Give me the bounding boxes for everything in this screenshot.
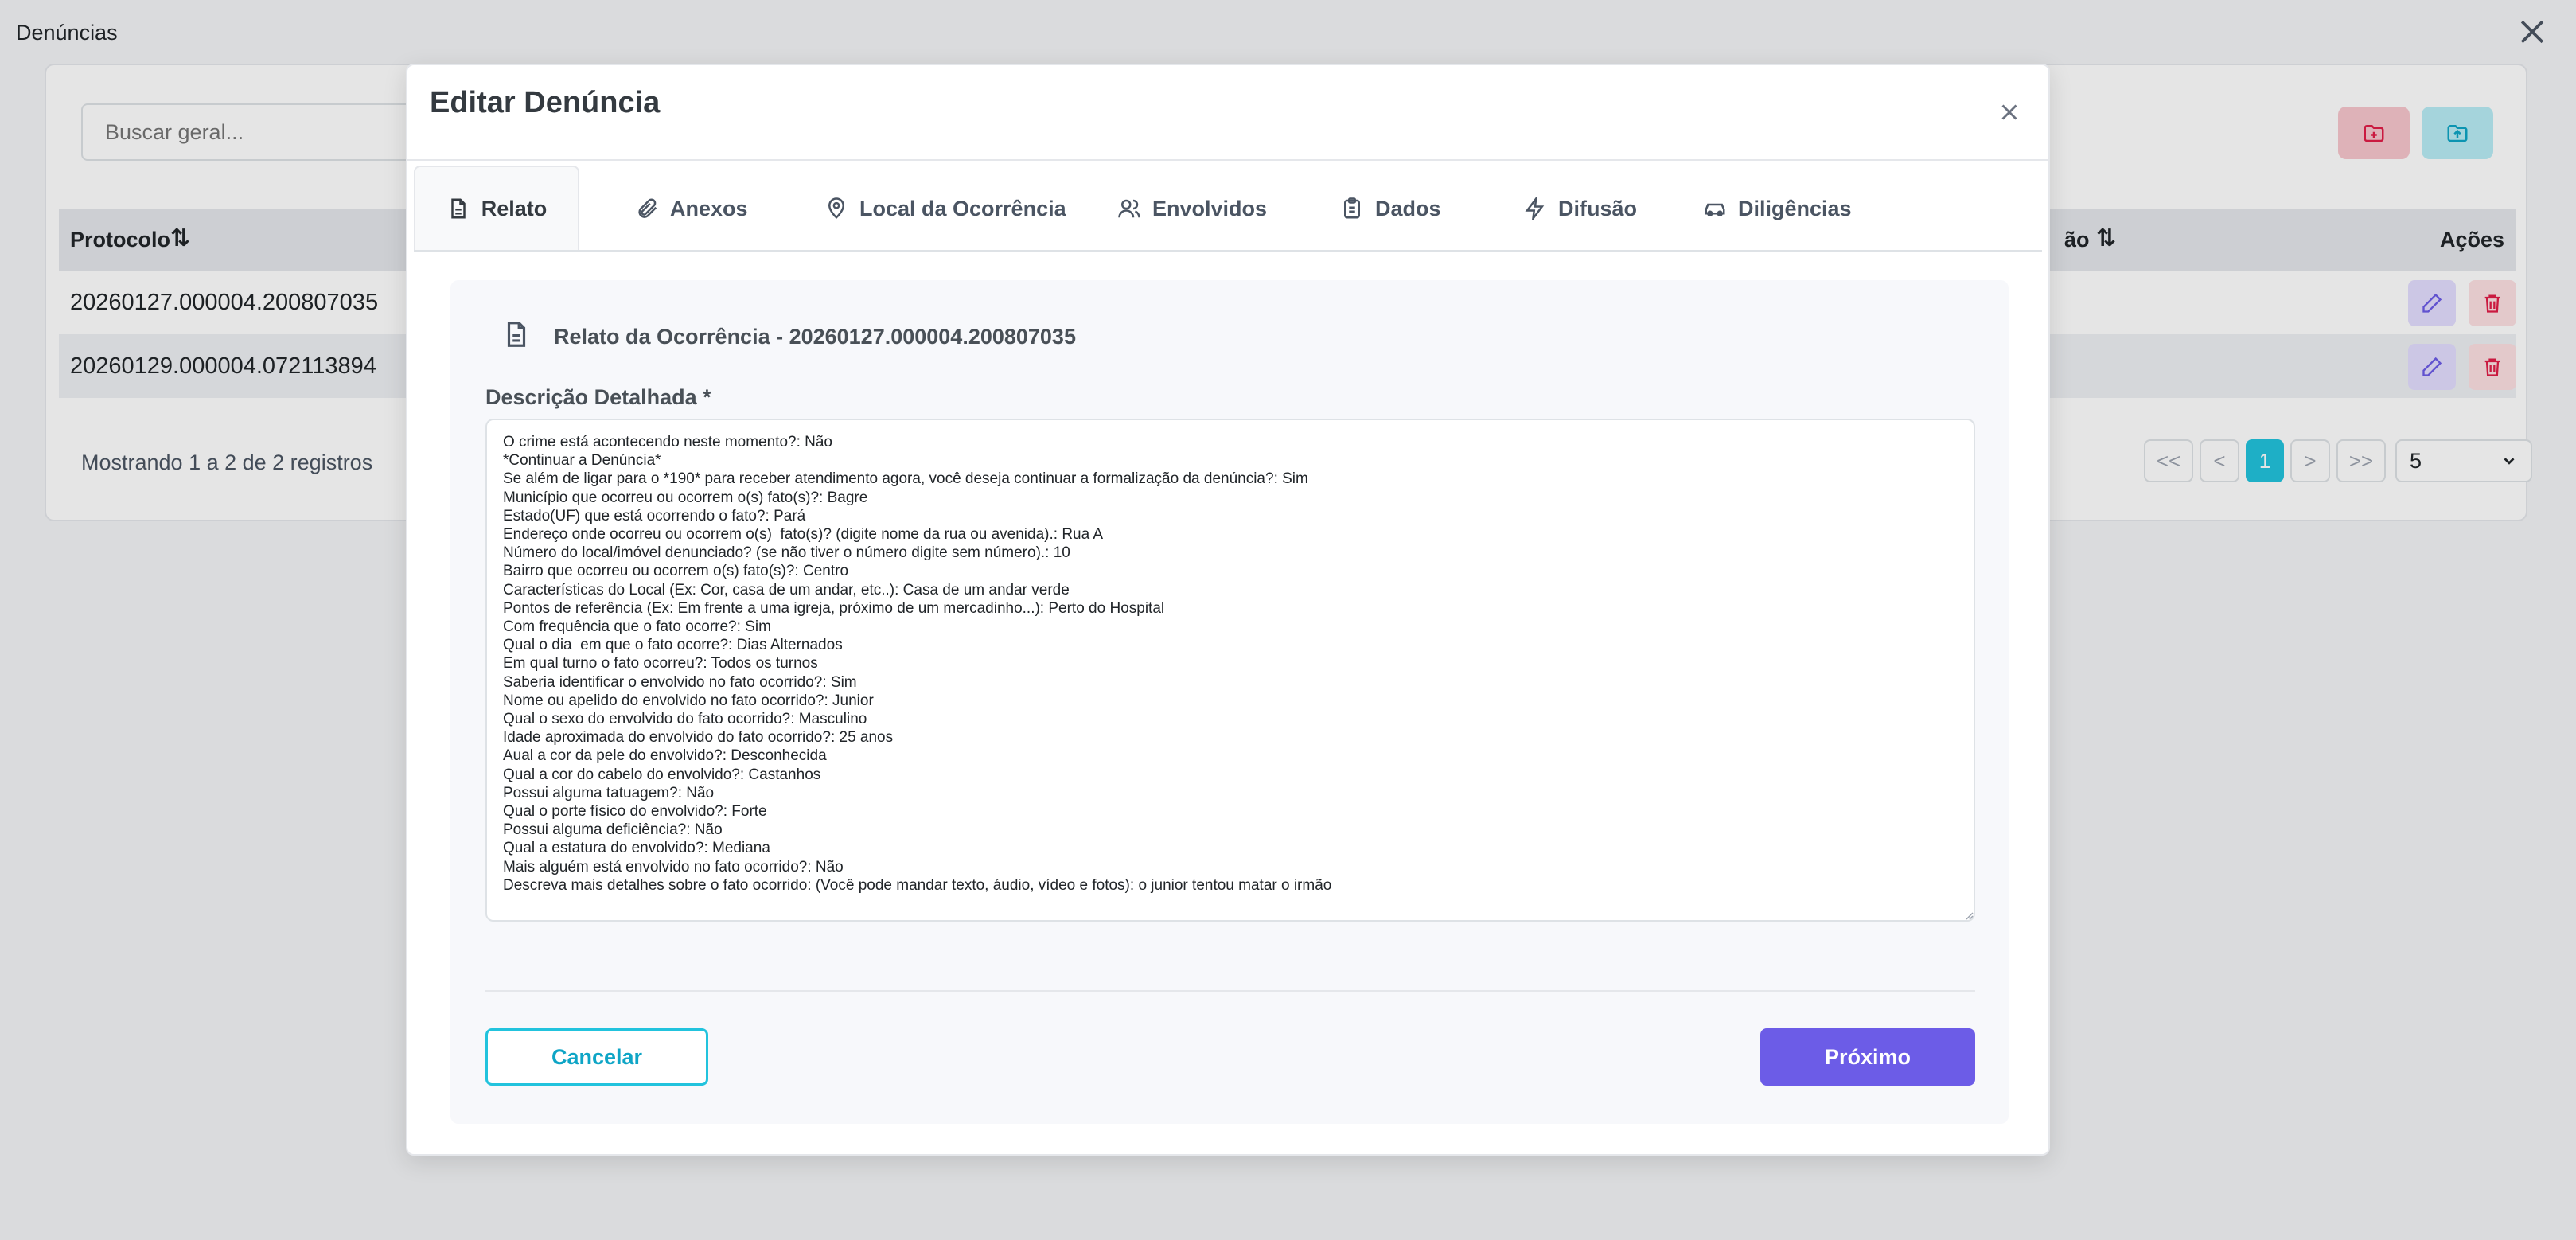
cancel-button[interactable]: Cancelar <box>485 1028 708 1086</box>
resize-handle-icon[interactable] <box>1964 911 1974 920</box>
tab-label: Local da Ocorrência <box>859 196 1066 220</box>
tab-label: Diligências <box>1738 196 1852 220</box>
users-icon <box>1118 199 1140 218</box>
edit-denuncia-modal: Editar Denúncia Relato Anexos Local da O… <box>406 64 2050 1156</box>
tab-difusao[interactable]: Difusão <box>1523 166 1637 252</box>
description-label: Descrição Detalhada * <box>485 385 711 409</box>
tab-local-da-ocorrencia[interactable]: Local da Ocorrência <box>824 166 1066 252</box>
map-pin-icon <box>828 197 845 219</box>
modal-title: Editar Denúncia <box>430 86 661 119</box>
modal-header-divider <box>407 159 2050 161</box>
tab-dados[interactable]: Dados <box>1340 166 1441 252</box>
tab-envolvidos[interactable]: Envolvidos <box>1117 166 1267 252</box>
tab-label: Difusão <box>1558 196 1638 220</box>
description-textarea[interactable]: O crime está acontecendo neste momento?:… <box>485 419 1975 922</box>
tab-label: Dados <box>1375 196 1441 220</box>
relato-panel: Relato da Ocorrência - 20260127.000004.2… <box>450 280 2009 1124</box>
tab-label: Envolvidos <box>1152 196 1268 220</box>
tab-anexos[interactable]: Anexos <box>635 166 748 252</box>
tab-diligencias[interactable]: Diligências <box>1703 166 1852 252</box>
paperclip-icon <box>638 198 657 218</box>
file-text-icon <box>450 198 466 219</box>
zap-icon <box>1525 197 1545 220</box>
tab-relato[interactable]: Relato <box>414 166 579 252</box>
tab-label: Relato <box>481 196 548 220</box>
modal-tabs: Relato Anexos Local da Ocorrência Envolv… <box>414 166 2044 252</box>
clipboard-icon <box>1344 197 1360 219</box>
tab-label: Anexos <box>670 196 748 220</box>
file-text-icon <box>507 322 526 347</box>
tabs-divider <box>414 250 2042 252</box>
close-icon[interactable] <box>1996 99 2023 126</box>
car-icon <box>1705 203 1725 216</box>
next-button[interactable]: Próximo <box>1760 1028 1975 1086</box>
footer-divider <box>485 990 1975 992</box>
panel-title: Relato da Ocorrência - 20260127.000004.2… <box>554 325 1076 349</box>
